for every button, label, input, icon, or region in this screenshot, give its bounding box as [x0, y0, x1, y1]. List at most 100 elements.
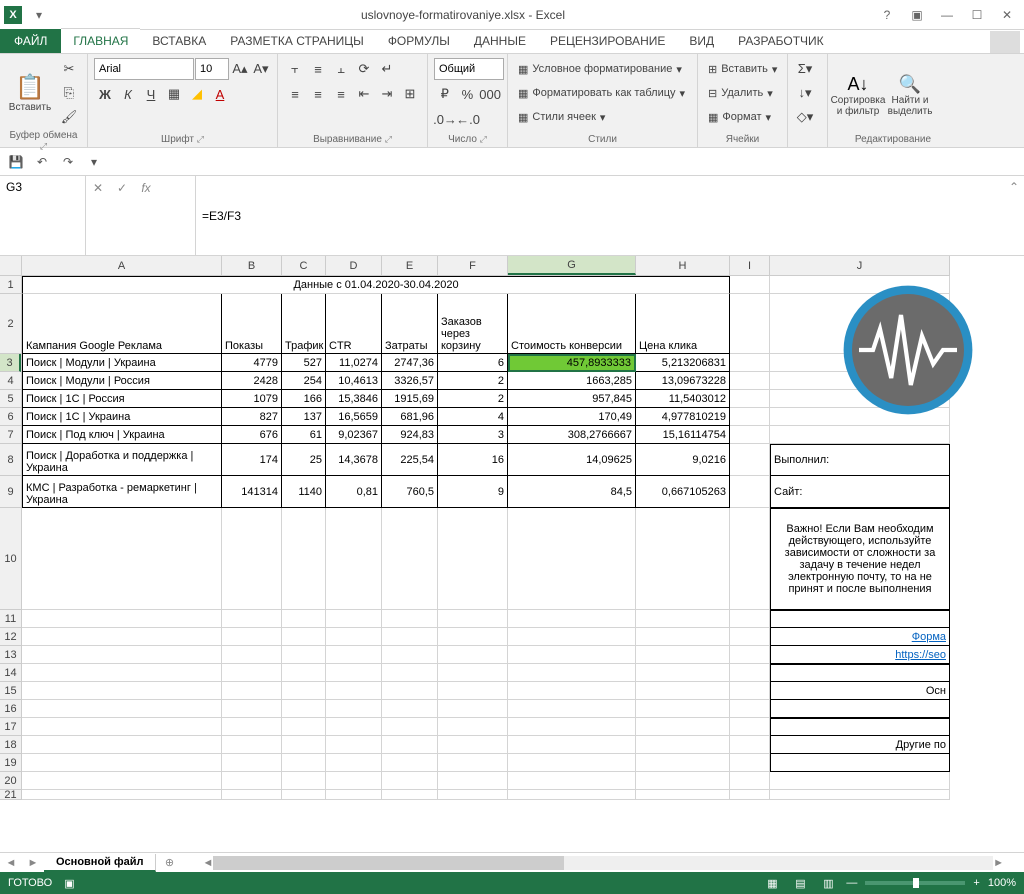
col-B[interactable]: B — [222, 256, 282, 275]
cell[interactable] — [22, 700, 222, 718]
cell[interactable] — [222, 772, 282, 790]
col-D[interactable]: D — [326, 256, 382, 275]
cell-styles-button[interactable]: ▦Стили ячеек▾ — [514, 106, 691, 128]
cell[interactable] — [382, 754, 438, 772]
increase-font-button[interactable]: A▴ — [230, 58, 250, 80]
cell[interactable]: 14,3678 — [326, 444, 382, 476]
row-16[interactable]: 16 — [0, 700, 21, 718]
cell[interactable]: 225,54 — [382, 444, 438, 476]
cell[interactable] — [326, 610, 382, 628]
tab-layout[interactable]: РАЗМЕТКА СТРАНИЦЫ — [218, 29, 376, 53]
cell[interactable] — [382, 508, 438, 610]
zoom-in-button[interactable]: + — [973, 877, 979, 889]
cell[interactable]: 15,16114754 — [636, 426, 730, 444]
cell[interactable] — [508, 646, 636, 664]
font-launcher[interactable]: ⤢ — [197, 134, 204, 144]
cell[interactable] — [222, 646, 282, 664]
cell[interactable] — [730, 772, 770, 790]
fill-color-button[interactable]: ◢ — [186, 83, 208, 105]
borders-button[interactable]: ▦ — [163, 83, 185, 105]
cell[interactable]: 676 — [222, 426, 282, 444]
cell[interactable]: 827 — [222, 408, 282, 426]
cell[interactable]: Цена клика — [636, 294, 730, 354]
cell[interactable] — [770, 754, 950, 772]
ribbon-options-icon[interactable]: ▣ — [904, 5, 930, 25]
decrease-font-button[interactable]: A▾ — [251, 58, 271, 80]
cell[interactable]: 14,09625 — [508, 444, 636, 476]
cell[interactable] — [382, 718, 438, 736]
col-A[interactable]: A — [22, 256, 222, 275]
cell[interactable] — [770, 790, 950, 800]
cell[interactable]: Заказов через корзину — [438, 294, 508, 354]
align-right-button[interactable]: ≡ — [330, 83, 352, 105]
cell[interactable] — [22, 646, 222, 664]
bold-button[interactable]: Ж — [94, 83, 116, 105]
col-F[interactable]: F — [438, 256, 508, 275]
cell[interactable]: Поиск | Модули | Россия — [22, 372, 222, 390]
cell[interactable]: Форма — [770, 628, 950, 646]
cell[interactable] — [636, 610, 730, 628]
cell[interactable] — [282, 772, 326, 790]
cell[interactable] — [730, 276, 770, 294]
cell[interactable] — [222, 628, 282, 646]
cancel-formula-button[interactable]: ✕ — [86, 178, 110, 198]
italic-button[interactable]: К — [117, 83, 139, 105]
row-7[interactable]: 7 — [0, 426, 21, 444]
cell[interactable] — [222, 664, 282, 682]
cell[interactable]: 457,8933333 — [508, 354, 636, 372]
cell[interactable] — [22, 682, 222, 700]
col-H[interactable]: H — [636, 256, 730, 275]
cell[interactable] — [438, 700, 508, 718]
number-launcher[interactable]: ⤢ — [480, 134, 487, 144]
col-J[interactable]: J — [770, 256, 950, 275]
cell[interactable]: 170,49 — [508, 408, 636, 426]
underline-button[interactable]: Ч — [140, 83, 162, 105]
cell[interactable]: 11,0274 — [326, 354, 382, 372]
cell[interactable] — [22, 790, 222, 800]
enter-formula-button[interactable]: ✓ — [110, 178, 134, 198]
cell[interactable] — [326, 664, 382, 682]
zoom-level[interactable]: 100% — [988, 877, 1016, 889]
format-as-table-button[interactable]: ▦Форматировать как таблицу▾ — [514, 82, 691, 104]
cell[interactable] — [438, 610, 508, 628]
cell[interactable] — [508, 610, 636, 628]
row-19[interactable]: 19 — [0, 754, 21, 772]
cell[interactable] — [636, 718, 730, 736]
cell[interactable]: 957,845 — [508, 390, 636, 408]
cell[interactable] — [222, 610, 282, 628]
cell[interactable]: 4,977810219 — [636, 408, 730, 426]
cell[interactable] — [730, 790, 770, 800]
font-name-select[interactable] — [94, 58, 194, 80]
cell[interactable]: 25 — [282, 444, 326, 476]
row-18[interactable]: 18 — [0, 736, 21, 754]
cell[interactable] — [326, 736, 382, 754]
cell[interactable] — [282, 682, 326, 700]
cell[interactable]: 6 — [438, 354, 508, 372]
cell[interactable]: 2428 — [222, 372, 282, 390]
align-left-button[interactable]: ≡ — [284, 83, 306, 105]
cell[interactable] — [326, 772, 382, 790]
cell[interactable] — [22, 754, 222, 772]
cell[interactable] — [636, 664, 730, 682]
row-12[interactable]: 12 — [0, 628, 21, 646]
cell[interactable]: 13,09673228 — [636, 372, 730, 390]
cell[interactable]: 15,3846 — [326, 390, 382, 408]
cell[interactable] — [438, 628, 508, 646]
cell[interactable]: Данные с 01.04.2020-30.04.2020 — [22, 276, 730, 294]
cell[interactable]: 0,667105263 — [636, 476, 730, 508]
cell[interactable]: 61 — [282, 426, 326, 444]
delete-cells-button[interactable]: ⊟Удалить▾ — [704, 82, 781, 104]
row-21[interactable]: 21 — [0, 790, 21, 800]
cell[interactable]: 681,96 — [382, 408, 438, 426]
cell[interactable] — [222, 790, 282, 800]
cell[interactable]: 2 — [438, 372, 508, 390]
undo-button[interactable]: ↶ — [32, 152, 52, 172]
indent-dec-button[interactable]: ⇤ — [353, 83, 375, 105]
zoom-slider[interactable] — [865, 881, 965, 885]
cell[interactable] — [438, 508, 508, 610]
formula-expand-button[interactable]: ⌃ — [1004, 176, 1024, 255]
cell[interactable]: Затраты — [382, 294, 438, 354]
cell[interactable] — [22, 718, 222, 736]
cell[interactable] — [636, 508, 730, 610]
cell[interactable] — [730, 628, 770, 646]
